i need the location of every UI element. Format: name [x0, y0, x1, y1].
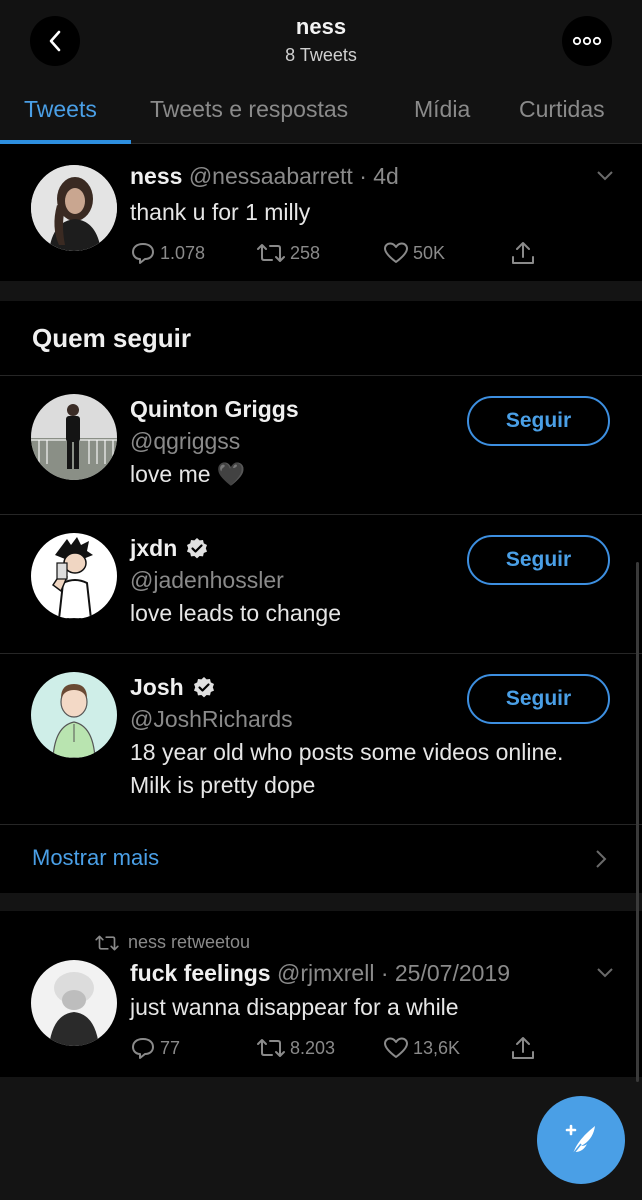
reply-icon [132, 243, 154, 264]
chevron-down-icon [597, 171, 613, 181]
retweet-icon [95, 935, 119, 950]
account-name[interactable]: jxdn [130, 535, 209, 562]
tweet-author-handle[interactable]: @nessaabarrett [189, 163, 353, 189]
tweet-card[interactable]: ness retweetou fuck feelings @rjmxrell ·… [0, 912, 642, 1077]
follow-suggestion-card[interactable]: Quinton Griggs @qgriggss love me 🖤 Segui… [0, 376, 642, 514]
tweet-text: just wanna disappear for a while [130, 994, 459, 1020]
like-button[interactable]: 50K [383, 241, 445, 265]
follow-button[interactable]: Seguir [467, 535, 610, 585]
tweet-menu-caret[interactable] [596, 169, 614, 187]
tab-tweets-and-replies[interactable]: Tweets e respostas [150, 96, 348, 123]
reply-icon [132, 1038, 154, 1059]
follow-suggestion-card[interactable]: jxdn @jadenhossler love leads to change … [0, 515, 642, 653]
reply-button[interactable]: 77 [130, 1036, 180, 1060]
retweet-icon [257, 244, 285, 262]
avatar[interactable] [31, 533, 117, 619]
account-bio: love leads to change [130, 600, 341, 626]
verified-icon [187, 537, 208, 558]
like-button[interactable]: 13,6K [383, 1036, 460, 1060]
share-button[interactable] [510, 1035, 540, 1061]
tweet-time: · 4d [359, 163, 399, 189]
compose-tweet-button[interactable] [537, 1096, 625, 1184]
account-handle: @JoshRichards [130, 706, 293, 732]
share-icon [512, 1037, 534, 1059]
avatar[interactable] [31, 165, 117, 251]
follow-button[interactable]: Seguir [467, 674, 610, 724]
avatar[interactable] [31, 960, 117, 1046]
tab-likes[interactable]: Curtidas [519, 96, 605, 123]
tweet-card[interactable]: ness @nessaabarrett · 4d thank u for 1 m… [0, 145, 642, 280]
like-icon [384, 1037, 408, 1058]
verified-icon [193, 676, 214, 697]
avatar[interactable] [31, 394, 117, 480]
reply-count: 77 [160, 1037, 181, 1058]
more-dots-icon [572, 36, 602, 46]
section-separator [0, 281, 642, 301]
retweet-context: ness retweetou [94, 932, 250, 953]
share-button[interactable] [510, 240, 540, 266]
tweet-text: thank u for 1 milly [130, 199, 311, 225]
tab-media[interactable]: Mídia [414, 96, 470, 123]
retweet-icon [257, 1039, 285, 1057]
compose-icon [565, 1124, 595, 1155]
who-to-follow-title: Quem seguir [32, 323, 191, 353]
account-handle: @qgriggss [130, 428, 241, 454]
more-options-button[interactable] [562, 16, 612, 66]
reply-count: 1.078 [160, 242, 206, 263]
account-name[interactable]: Quinton Griggs [130, 396, 299, 423]
share-icon [512, 242, 534, 264]
active-tab-indicator [0, 140, 131, 144]
account-handle: @jadenhossler [130, 567, 284, 593]
follow-suggestion-card[interactable]: Josh @JoshRichards 18 year old who posts… [0, 654, 642, 824]
tweet-author-name[interactable]: fuck feelings [130, 960, 271, 986]
account-bio: 18 year old who posts some videos online… [130, 736, 563, 802]
tweet-author-name[interactable]: ness [130, 163, 182, 189]
chevron-right-icon[interactable] [594, 849, 608, 869]
show-more-link[interactable]: Mostrar mais [32, 845, 159, 871]
tweet-count: 8 Tweets [285, 45, 357, 65]
profile-screen: ness 8 Tweets Tweets Tweets e respostas … [0, 0, 642, 1200]
like-count: 13,6K [413, 1037, 461, 1058]
account-bio-line: 18 year old who posts some videos online… [130, 739, 564, 765]
follow-button[interactable]: Seguir [467, 396, 610, 446]
retweet-count: 258 [290, 242, 321, 263]
account-bio-line: Milk is pretty dope [130, 772, 316, 798]
profile-header: ness 8 Tweets [0, 0, 642, 76]
like-icon [384, 242, 408, 263]
chevron-down-icon [597, 968, 613, 978]
retweet-count: 8.203 [290, 1037, 336, 1058]
retweet-button[interactable]: 258 [256, 241, 320, 265]
profile-name-title: ness [295, 14, 347, 39]
section-separator [0, 893, 642, 911]
reply-button[interactable]: 1.078 [130, 241, 205, 265]
account-name[interactable]: Josh [130, 674, 216, 701]
tweet-author-handle[interactable]: @rjmxrell [277, 960, 374, 986]
scrollbar[interactable] [636, 562, 639, 1082]
tweet-time: · 25/07/2019 [380, 960, 511, 986]
like-count: 50K [413, 242, 446, 263]
retweet-button[interactable]: 8.203 [256, 1036, 335, 1060]
tweet-menu-caret[interactable] [596, 966, 614, 984]
avatar[interactable] [31, 672, 117, 758]
profile-tabs: Tweets Tweets e respostas Mídia Curtidas [0, 76, 642, 144]
divider [0, 824, 642, 825]
tab-tweets[interactable]: Tweets [24, 96, 97, 123]
account-bio: love me 🖤 [130, 461, 246, 487]
